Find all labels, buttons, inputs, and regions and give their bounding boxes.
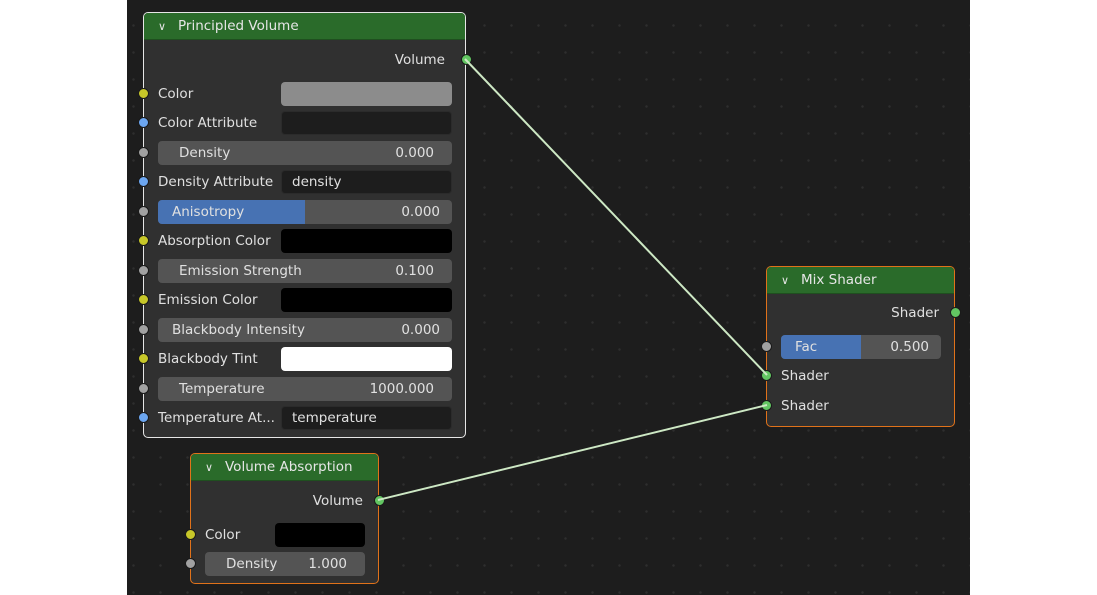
color-swatch[interactable] bbox=[281, 347, 452, 371]
socket-color-icon[interactable] bbox=[138, 294, 149, 305]
input-label: Temperature At... bbox=[158, 410, 275, 426]
input-label: Blackbody Tint bbox=[158, 351, 258, 367]
density-slider[interactable]: Density 0.000 bbox=[158, 141, 452, 165]
slider-label: Temperature bbox=[179, 381, 265, 397]
node-title: Mix Shader bbox=[801, 272, 877, 288]
input-blackbody-intensity: Blackbody Intensity 0.000 bbox=[138, 317, 465, 343]
slider-value: 0.000 bbox=[401, 204, 440, 220]
output-volume: Volume bbox=[144, 47, 472, 73]
slider-value: 1000.000 bbox=[369, 381, 434, 397]
socket-float-icon[interactable] bbox=[138, 324, 149, 335]
output-shader: Shader bbox=[767, 300, 961, 326]
node-volume-absorption[interactable]: ∨ Volume Absorption Volume Color Density … bbox=[185, 453, 385, 584]
socket-string-icon[interactable] bbox=[138, 412, 149, 423]
emission-strength-slider[interactable]: Emission Strength 0.100 bbox=[158, 259, 452, 283]
socket-shader-icon[interactable] bbox=[761, 400, 772, 411]
fac-slider[interactable]: Fac 0.500 bbox=[781, 335, 941, 359]
anisotropy-slider[interactable]: Anisotropy 0.000 bbox=[158, 200, 452, 224]
slider-value: 0.000 bbox=[401, 322, 440, 338]
output-label: Volume bbox=[312, 493, 363, 509]
input-fac: Fac 0.500 bbox=[761, 334, 954, 360]
socket-string-icon[interactable] bbox=[138, 176, 149, 187]
socket-float-icon[interactable] bbox=[761, 341, 772, 352]
socket-float-icon[interactable] bbox=[185, 558, 196, 569]
slider-label: Emission Strength bbox=[179, 263, 302, 279]
chevron-down-icon[interactable]: ∨ bbox=[205, 455, 219, 481]
slider-label: Anisotropy bbox=[172, 204, 245, 220]
socket-float-icon[interactable] bbox=[138, 383, 149, 394]
color-swatch[interactable] bbox=[281, 82, 452, 106]
input-color: Color bbox=[138, 81, 465, 107]
socket-output-icon[interactable] bbox=[374, 495, 385, 506]
input-label: Shader bbox=[781, 368, 829, 384]
input-label: Emission Color bbox=[158, 292, 258, 308]
slider-label: Blackbody Intensity bbox=[172, 322, 305, 338]
slider-fill bbox=[781, 335, 861, 359]
blackbody-intensity-slider[interactable]: Blackbody Intensity 0.000 bbox=[158, 318, 452, 342]
input-emission-color: Emission Color bbox=[138, 287, 465, 313]
slider-label: Density bbox=[226, 556, 278, 572]
node-mix-shader[interactable]: ∨ Mix Shader Shader Fac 0.500 Shader Shad… bbox=[761, 266, 961, 427]
input-color: Color bbox=[185, 522, 378, 548]
input-blackbody-tint: Blackbody Tint bbox=[138, 346, 465, 372]
socket-float-icon[interactable] bbox=[138, 265, 149, 276]
output-label: Shader bbox=[891, 305, 939, 321]
input-temperature-attribute: Temperature At... temperature bbox=[138, 405, 465, 431]
node-title: Principled Volume bbox=[178, 18, 299, 34]
input-absorption-color: Absorption Color bbox=[138, 228, 465, 254]
input-density: Density 0.000 bbox=[138, 140, 465, 166]
input-label: Color bbox=[205, 527, 241, 543]
slider-value: 0.100 bbox=[395, 263, 434, 279]
input-label: Shader bbox=[781, 398, 829, 414]
socket-color-icon[interactable] bbox=[185, 529, 196, 540]
slider-label: Density bbox=[179, 145, 231, 161]
color-swatch[interactable] bbox=[281, 229, 452, 253]
color-swatch[interactable] bbox=[281, 288, 452, 312]
chevron-down-icon[interactable]: ∨ bbox=[158, 14, 172, 40]
density-attribute-input[interactable]: density bbox=[281, 170, 452, 194]
socket-output-icon[interactable] bbox=[461, 54, 472, 65]
chevron-down-icon[interactable]: ∨ bbox=[781, 268, 795, 294]
input-shader-2: Shader bbox=[761, 393, 954, 419]
input-emission-strength: Emission Strength 0.100 bbox=[138, 258, 465, 284]
socket-color-icon[interactable] bbox=[138, 88, 149, 99]
color-swatch[interactable] bbox=[275, 523, 365, 547]
slider-value: 0.000 bbox=[395, 145, 434, 161]
slider-value: 0.500 bbox=[890, 339, 929, 355]
socket-color-icon[interactable] bbox=[138, 353, 149, 364]
input-density: Density 1.000 bbox=[185, 551, 378, 577]
socket-color-icon[interactable] bbox=[138, 235, 149, 246]
node-header[interactable]: ∨ Volume Absorption bbox=[191, 454, 378, 481]
socket-float-icon[interactable] bbox=[138, 206, 149, 217]
output-volume: Volume bbox=[191, 488, 385, 514]
input-anisotropy: Anisotropy 0.000 bbox=[138, 199, 465, 225]
output-label: Volume bbox=[394, 52, 445, 68]
input-label: Absorption Color bbox=[158, 233, 271, 249]
input-shader-1: Shader bbox=[761, 363, 954, 389]
input-label: Density Attribute bbox=[158, 174, 274, 190]
socket-shader-icon[interactable] bbox=[761, 370, 772, 381]
node-principled-volume[interactable]: ∨ Principled Volume Volume Color Color At… bbox=[138, 12, 472, 438]
input-density-attribute: Density Attribute density bbox=[138, 169, 465, 195]
node-header[interactable]: ∨ Principled Volume bbox=[144, 13, 465, 40]
slider-value: 1.000 bbox=[308, 556, 347, 572]
input-color-attribute: Color Attribute bbox=[138, 110, 465, 136]
socket-float-icon[interactable] bbox=[138, 147, 149, 158]
density-slider[interactable]: Density 1.000 bbox=[205, 552, 365, 576]
slider-label: Fac bbox=[795, 339, 818, 355]
socket-string-icon[interactable] bbox=[138, 117, 149, 128]
temperature-slider[interactable]: Temperature 1000.000 bbox=[158, 377, 452, 401]
node-title: Volume Absorption bbox=[225, 459, 353, 475]
input-label: Color bbox=[158, 86, 194, 102]
input-temperature: Temperature 1000.000 bbox=[138, 376, 465, 402]
color-attribute-input[interactable] bbox=[281, 111, 452, 135]
node-header[interactable]: ∨ Mix Shader bbox=[767, 267, 954, 294]
input-label: Color Attribute bbox=[158, 115, 258, 131]
socket-output-icon[interactable] bbox=[950, 307, 961, 318]
temperature-attribute-input[interactable]: temperature bbox=[281, 406, 452, 430]
